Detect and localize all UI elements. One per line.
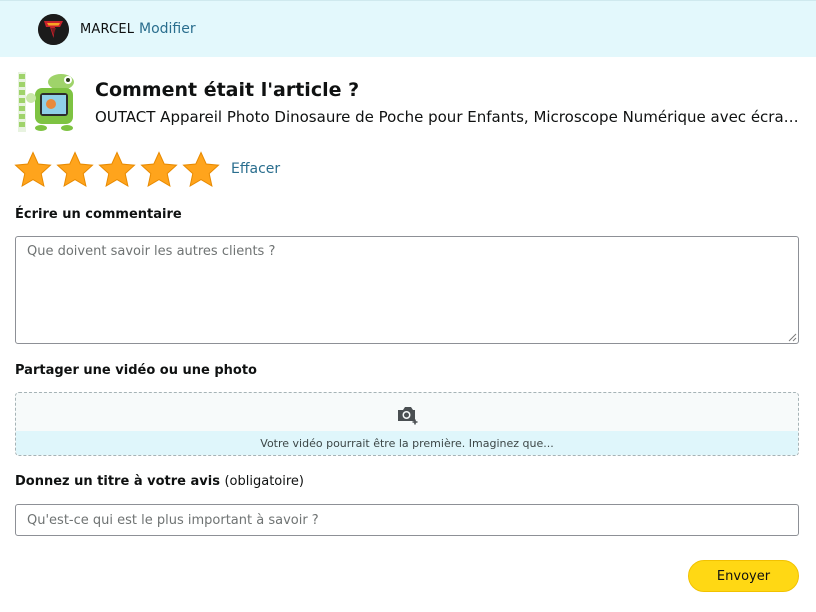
star-5-icon[interactable] [182,151,220,189]
star-3-icon[interactable] [98,151,136,189]
product-title: OUTACT Appareil Photo Dinosaure de Poche… [95,108,800,126]
comment-textarea[interactable] [15,236,799,344]
resize-grip-icon[interactable] [788,333,797,342]
required-note: (obligatoire) [224,474,304,489]
star-1-icon[interactable] [14,151,52,189]
clear-rating-link[interactable]: Effacer [231,161,280,177]
comment-label: Écrire un commentaire [15,207,182,222]
review-title-input[interactable] [15,504,799,536]
product-camera-image [15,70,79,134]
star-4-icon[interactable] [140,151,178,189]
user-name: MARCEL [80,22,135,37]
review-title-label-text: Donnez un titre à votre avis [15,474,220,489]
review-title-label: Donnez un titre à votre avis (obligatoir… [15,474,304,489]
star-rating[interactable] [14,151,220,189]
submit-button[interactable]: Envoyer [688,560,799,592]
review-header-bar: MARCEL Modifier [0,0,816,57]
camera-add-icon [398,407,418,425]
upload-hint: Votre vidéo pourrait être la première. I… [260,437,554,450]
rating-question: Comment était l'article ? [95,79,360,101]
media-upload-zone[interactable]: Votre vidéo pourrait être la première. I… [15,392,799,456]
product-thumbnail [15,70,79,134]
modify-link[interactable]: Modifier [139,21,196,37]
avatar [38,14,69,45]
media-label: Partager une vidéo ou une photo [15,363,257,378]
avatar-logo-icon [38,14,69,45]
star-2-icon[interactable] [56,151,94,189]
